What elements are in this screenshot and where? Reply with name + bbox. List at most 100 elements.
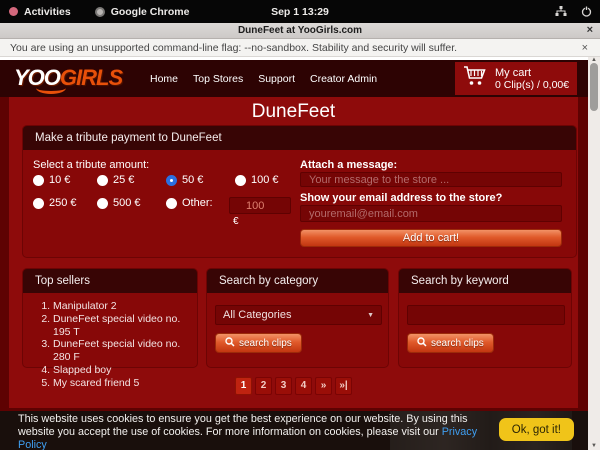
page-button-4[interactable]: 4 bbox=[295, 377, 312, 395]
pagination: 1 2 3 4 » »| bbox=[9, 377, 578, 395]
cart-button[interactable]: My cart 0 Clip(s) / 0,00€ bbox=[455, 62, 577, 95]
cart-summary: 0 Clip(s) / 0,00€ bbox=[495, 79, 569, 91]
page-button-last[interactable]: »| bbox=[335, 377, 352, 395]
nav-item-support[interactable]: Support bbox=[258, 73, 295, 85]
activities-button[interactable]: Activities bbox=[9, 6, 71, 18]
warning-text: You are using an unsupported command-lin… bbox=[10, 42, 457, 54]
warning-close-button[interactable]: × bbox=[582, 42, 588, 54]
top-sellers-panel: Top sellers Manipulator 2 DuneFeet speci… bbox=[22, 268, 198, 368]
site-logo[interactable]: YOOGIRLS bbox=[14, 64, 144, 94]
scrollbar-thumb[interactable] bbox=[590, 63, 598, 111]
radio-label: Other: bbox=[182, 197, 213, 209]
logo-text-girls: GIRLS bbox=[60, 65, 122, 90]
top-seller-item[interactable]: Slapped boy bbox=[53, 364, 197, 377]
cart-title: My cart bbox=[495, 67, 569, 79]
radio-icon bbox=[166, 198, 177, 209]
top-seller-item[interactable]: DuneFeet special video no. 280 F bbox=[53, 338, 197, 364]
keyword-input[interactable] bbox=[407, 305, 565, 325]
warning-banner: You are using an unsupported command-lin… bbox=[0, 39, 600, 57]
page-button-3[interactable]: 3 bbox=[275, 377, 292, 395]
add-to-cart-button[interactable]: Add to cart! bbox=[300, 229, 562, 247]
content-container: DuneFeet Make a tribute payment to DuneF… bbox=[9, 97, 578, 408]
activities-label: Activities bbox=[24, 6, 71, 18]
radio-option-500[interactable]: 500 € bbox=[97, 197, 141, 209]
radio-icon bbox=[97, 175, 108, 186]
search-clips-label: search clips bbox=[239, 338, 292, 349]
close-icon: × bbox=[587, 24, 593, 36]
message-label: Attach a message: bbox=[300, 159, 397, 171]
close-icon: × bbox=[582, 42, 588, 54]
category-dropdown[interactable]: All Categories ▼ bbox=[215, 305, 382, 325]
top-seller-item[interactable]: Manipulator 2 bbox=[53, 300, 197, 313]
nav-item-top-stores[interactable]: Top Stores bbox=[193, 73, 243, 85]
radio-option-25[interactable]: 25 € bbox=[97, 174, 134, 186]
browser-viewport: YOOGIRLS Home Top Stores Support Creator… bbox=[0, 57, 600, 450]
webpage: YOOGIRLS Home Top Stores Support Creator… bbox=[0, 60, 588, 450]
chrome-taskbar-label: Google Chrome bbox=[111, 6, 190, 18]
search-icon bbox=[417, 337, 427, 350]
radio-option-10[interactable]: 10 € bbox=[33, 174, 70, 186]
radio-label: 50 € bbox=[182, 174, 203, 186]
power-icon[interactable] bbox=[581, 6, 592, 17]
radio-icon bbox=[33, 175, 44, 186]
search-keyword-header: Search by keyword bbox=[399, 269, 571, 293]
cart-icon bbox=[463, 65, 487, 92]
search-icon bbox=[225, 337, 235, 350]
logo-smile-icon bbox=[36, 82, 66, 94]
screen: Activities Google Chrome Sep 1 13:29 Dun… bbox=[0, 0, 600, 450]
window-title: DuneFeet at YooGirls.com bbox=[238, 25, 362, 36]
page-button-1[interactable]: 1 bbox=[235, 377, 252, 395]
cookie-accept-button[interactable]: Ok, got it! bbox=[499, 418, 574, 441]
cookie-text: This website uses cookies to ensure you … bbox=[0, 413, 478, 450]
radio-icon bbox=[97, 198, 108, 209]
radio-label: 10 € bbox=[49, 174, 70, 186]
tribute-panel: Make a tribute payment to DuneFeet Selec… bbox=[22, 125, 577, 258]
radio-label: 100 € bbox=[251, 174, 279, 186]
radio-icon bbox=[33, 198, 44, 209]
system-top-bar: Activities Google Chrome Sep 1 13:29 bbox=[0, 0, 600, 23]
radio-option-other[interactable]: Other: bbox=[166, 197, 213, 209]
window-close-button[interactable]: × bbox=[587, 24, 593, 36]
nav-item-home[interactable]: Home bbox=[150, 73, 178, 85]
message-input[interactable] bbox=[300, 172, 562, 187]
radio-checked-icon bbox=[166, 175, 177, 186]
radio-icon bbox=[235, 175, 246, 186]
radio-label: 250 € bbox=[49, 197, 77, 209]
network-icon[interactable] bbox=[555, 6, 567, 17]
page-button-2[interactable]: 2 bbox=[255, 377, 272, 395]
chrome-taskbar-item[interactable]: Google Chrome bbox=[95, 6, 190, 18]
search-clips-label: search clips bbox=[431, 338, 484, 349]
radio-label: 500 € bbox=[113, 197, 141, 209]
chevron-down-icon: ▼ bbox=[367, 312, 374, 319]
page-title: DuneFeet bbox=[9, 101, 578, 123]
nav-item-creator-admin[interactable]: Creator Admin bbox=[310, 73, 377, 85]
scrollbar[interactable]: ▲ ▼ bbox=[588, 57, 600, 450]
radio-option-50[interactable]: 50 € bbox=[166, 174, 203, 186]
radio-option-250[interactable]: 250 € bbox=[33, 197, 77, 209]
scroll-down-arrow-icon[interactable]: ▼ bbox=[588, 443, 600, 449]
activities-icon bbox=[9, 7, 18, 16]
page-button-next[interactable]: » bbox=[315, 377, 332, 395]
chrome-icon bbox=[95, 7, 105, 17]
search-clips-button-category[interactable]: search clips bbox=[215, 333, 302, 353]
category-dropdown-value: All Categories bbox=[223, 309, 291, 321]
top-sellers-header: Top sellers bbox=[23, 269, 197, 293]
email-input[interactable] bbox=[300, 205, 562, 222]
other-amount-input[interactable] bbox=[229, 197, 291, 214]
radio-option-100[interactable]: 100 € bbox=[235, 174, 279, 186]
radio-label: 25 € bbox=[113, 174, 134, 186]
site-header: YOOGIRLS Home Top Stores Support Creator… bbox=[0, 60, 588, 97]
email-label: Show your email address to the store? bbox=[300, 192, 502, 204]
currency-label: € bbox=[233, 216, 239, 227]
window-titlebar[interactable]: DuneFeet at YooGirls.com × bbox=[0, 23, 600, 39]
search-keyword-panel: Search by keyword search clips bbox=[398, 268, 572, 368]
top-seller-item[interactable]: DuneFeet special video no. 195 T bbox=[53, 313, 197, 339]
search-clips-button-keyword[interactable]: search clips bbox=[407, 333, 494, 353]
search-category-panel: Search by category All Categories ▼ sear… bbox=[206, 268, 389, 368]
clock[interactable]: Sep 1 13:29 bbox=[0, 6, 600, 18]
cookie-banner: This website uses cookies to ensure you … bbox=[0, 411, 588, 450]
tribute-panel-header: Make a tribute payment to DuneFeet bbox=[23, 126, 576, 150]
cookie-message: This website uses cookies to ensure you … bbox=[18, 413, 468, 438]
main-nav: Home Top Stores Support Creator Admin bbox=[150, 60, 377, 97]
amount-label: Select a tribute amount: bbox=[33, 159, 149, 171]
